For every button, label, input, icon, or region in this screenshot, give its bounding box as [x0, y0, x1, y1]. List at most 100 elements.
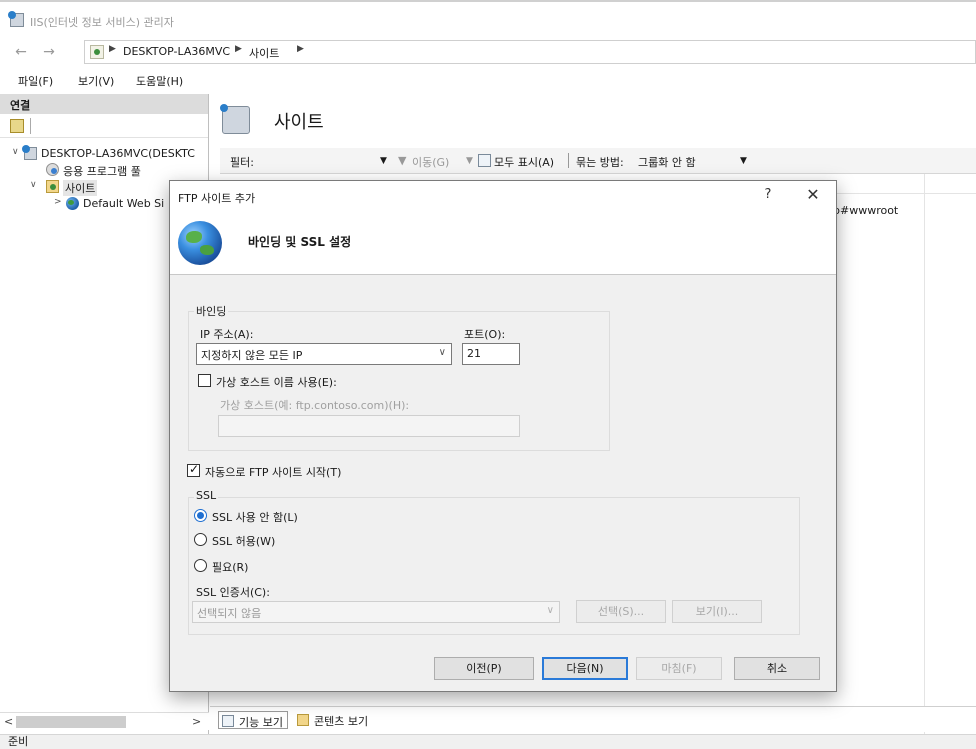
- breadcrumb-sites[interactable]: 사이트: [249, 45, 279, 61]
- go-button[interactable]: 이동(G): [412, 154, 449, 170]
- tab-features-view[interactable]: 기능 보기: [218, 711, 288, 729]
- ssl-allow-radio[interactable]: [194, 533, 207, 546]
- tab-features-label: 기능 보기: [239, 716, 283, 729]
- breadcrumb-separator-icon: ▶: [297, 44, 304, 54]
- view-certificate-button[interactable]: 보기(I)...: [672, 600, 762, 623]
- next-button[interactable]: 다음(N): [542, 657, 628, 680]
- virtual-host-checkbox[interactable]: [198, 374, 211, 387]
- ip-address-select[interactable]: 지정하지 않은 모든 IP ∨: [196, 343, 452, 365]
- ssl-certificate-label: SSL 인증서(C):: [196, 586, 270, 599]
- virtual-host-field-label: 가상 호스트(예: ftp.contoso.com)(H):: [220, 399, 410, 412]
- previous-button[interactable]: 이전(P): [434, 657, 534, 680]
- ssl-certificate-select[interactable]: 선택되지 않음 ∨: [192, 601, 560, 623]
- chevron-down-icon: ∨: [438, 347, 446, 358]
- auto-start-checkbox[interactable]: [187, 462, 200, 477]
- forward-arrow-icon[interactable]: →: [38, 43, 60, 61]
- connections-header: 연결: [0, 94, 208, 114]
- binding-group-label: 바인딩: [194, 303, 229, 319]
- filter-dropdown-icon[interactable]: ▼: [380, 156, 387, 166]
- group-by-label: 묶는 방법:: [576, 156, 624, 169]
- ssl-group-label: SSL: [194, 489, 219, 502]
- status-text: 준비: [8, 735, 29, 748]
- virtual-host-checkbox-label[interactable]: 가상 호스트 이름 사용(E):: [216, 374, 337, 390]
- content-view-icon: [297, 714, 309, 726]
- menu-help[interactable]: 도움말(H): [136, 73, 183, 89]
- filter-bar: 필터: ▼ ▼ 이동(G) ▼ 모두 표시(A) 묶는 방법: 그룹화 안 함 …: [220, 148, 976, 174]
- status-bar: 준비: [0, 734, 976, 749]
- tree-label-app-pools: 응용 프로그램 풀: [63, 165, 141, 178]
- connections-toolbar: [0, 114, 208, 138]
- window-title: IIS(인터넷 정보 서비스) 관리자: [30, 16, 174, 29]
- add-ftp-site-dialog: FTP 사이트 추가 ? ✕ 바인딩 및 SSL 설정 바인딩 IP 주소(A)…: [169, 180, 837, 692]
- menu-bar: 파일(F) 보기(V) 도움말(H): [0, 66, 976, 94]
- filter-input[interactable]: [270, 151, 394, 171]
- ssl-allow-label[interactable]: SSL 허용(W): [212, 533, 275, 549]
- site-path-cell: b#wwwroot: [833, 204, 899, 217]
- collapse-chevron-icon[interactable]: ∨: [12, 147, 19, 157]
- scroll-left-icon[interactable]: <: [4, 715, 13, 728]
- breadcrumb-separator-icon: ▶: [235, 44, 242, 54]
- toolbar-divider: [568, 153, 569, 168]
- go-dropdown-icon[interactable]: ▼: [466, 156, 473, 166]
- dialog-title-bar: FTP 사이트 추가 ? ✕: [170, 181, 836, 211]
- show-all-icon: [478, 154, 491, 167]
- ssl-none-radio[interactable]: [194, 509, 207, 522]
- address-bar[interactable]: ▶ DESKTOP-LA36MVC ▶ 사이트 ▶: [84, 40, 976, 64]
- help-button[interactable]: ?: [760, 187, 776, 202]
- tree-label-server: DESKTOP-LA36MVC(DESKTC: [41, 147, 195, 160]
- cancel-button[interactable]: 취소: [734, 657, 820, 680]
- funnel-icon: ▼: [398, 154, 407, 167]
- column-divider: [924, 174, 925, 734]
- finish-button[interactable]: 마침(F): [636, 657, 722, 680]
- page-title: 사이트: [274, 112, 324, 133]
- breadcrumb-server[interactable]: DESKTOP-LA36MVC: [123, 45, 230, 58]
- port-label: 포트(O):: [464, 328, 506, 341]
- tab-content-view[interactable]: 콘텐츠 보기: [294, 711, 372, 729]
- chevron-down-icon: ∨: [546, 605, 554, 616]
- tree-label-default-web-site: Default Web Si: [83, 197, 165, 210]
- tree-item-app-pools[interactable]: 응용 프로그램 풀: [34, 162, 208, 178]
- ip-address-label: IP 주소(A):: [200, 328, 254, 341]
- ssl-none-label[interactable]: SSL 사용 안 함(L): [212, 509, 298, 525]
- sites-folder-icon: [90, 45, 104, 59]
- dialog-heading: 바인딩 및 SSL 설정: [248, 235, 352, 249]
- app-pool-icon: [46, 163, 59, 176]
- menu-view[interactable]: 보기(V): [78, 73, 114, 89]
- show-all-button[interactable]: 모두 표시(A): [494, 154, 554, 170]
- tree-label-sites: 사이트: [63, 180, 98, 196]
- view-tabs: 기능 보기 콘텐츠 보기: [210, 706, 976, 732]
- ssl-require-label[interactable]: 필요(R): [212, 559, 248, 575]
- collapse-chevron-icon[interactable]: ∨: [30, 180, 37, 190]
- auto-start-label[interactable]: 자동으로 FTP 사이트 시작(T): [205, 464, 341, 480]
- menu-file[interactable]: 파일(F): [18, 73, 53, 89]
- ip-address-value: 지정하지 않은 모든 IP: [201, 349, 303, 362]
- tab-content-label: 콘텐츠 보기: [314, 715, 369, 728]
- expand-chevron-icon[interactable]: >: [54, 197, 62, 207]
- connect-icon[interactable]: [10, 119, 24, 133]
- iis-app-icon: [8, 11, 24, 27]
- window-title-bar: IIS(인터넷 정보 서비스) 관리자: [0, 0, 976, 38]
- group-by-dropdown-icon[interactable]: ▼: [740, 156, 747, 166]
- ssl-require-radio[interactable]: [194, 559, 207, 572]
- dialog-title: FTP 사이트 추가: [178, 192, 256, 205]
- globe-icon: [178, 221, 222, 265]
- horizontal-scrollbar[interactable]: < >: [0, 712, 209, 730]
- sites-folder-icon: [46, 180, 59, 193]
- features-view-icon: [222, 715, 234, 727]
- scrollbar-thumb[interactable]: [16, 716, 126, 728]
- ssl-certificate-value: 선택되지 않음: [197, 607, 262, 620]
- group-by-select[interactable]: 그룹화 안 함: [638, 154, 696, 170]
- select-certificate-button[interactable]: 선택(S)...: [576, 600, 666, 623]
- tree-item-server[interactable]: ∨ DESKTOP-LA36MVC(DESKTC: [12, 145, 208, 162]
- scroll-right-icon[interactable]: >: [192, 715, 201, 728]
- back-arrow-icon[interactable]: ←: [10, 43, 32, 61]
- breadcrumb-separator-icon: ▶: [109, 44, 116, 54]
- virtual-host-input[interactable]: [218, 415, 520, 437]
- sites-header-icon: [220, 104, 250, 134]
- close-button[interactable]: ✕: [804, 185, 822, 204]
- filter-label: 필터:: [230, 156, 254, 169]
- port-value: 21: [467, 347, 481, 360]
- server-icon: [22, 145, 37, 160]
- toolbar-divider: [30, 118, 31, 134]
- port-input[interactable]: 21: [462, 343, 520, 365]
